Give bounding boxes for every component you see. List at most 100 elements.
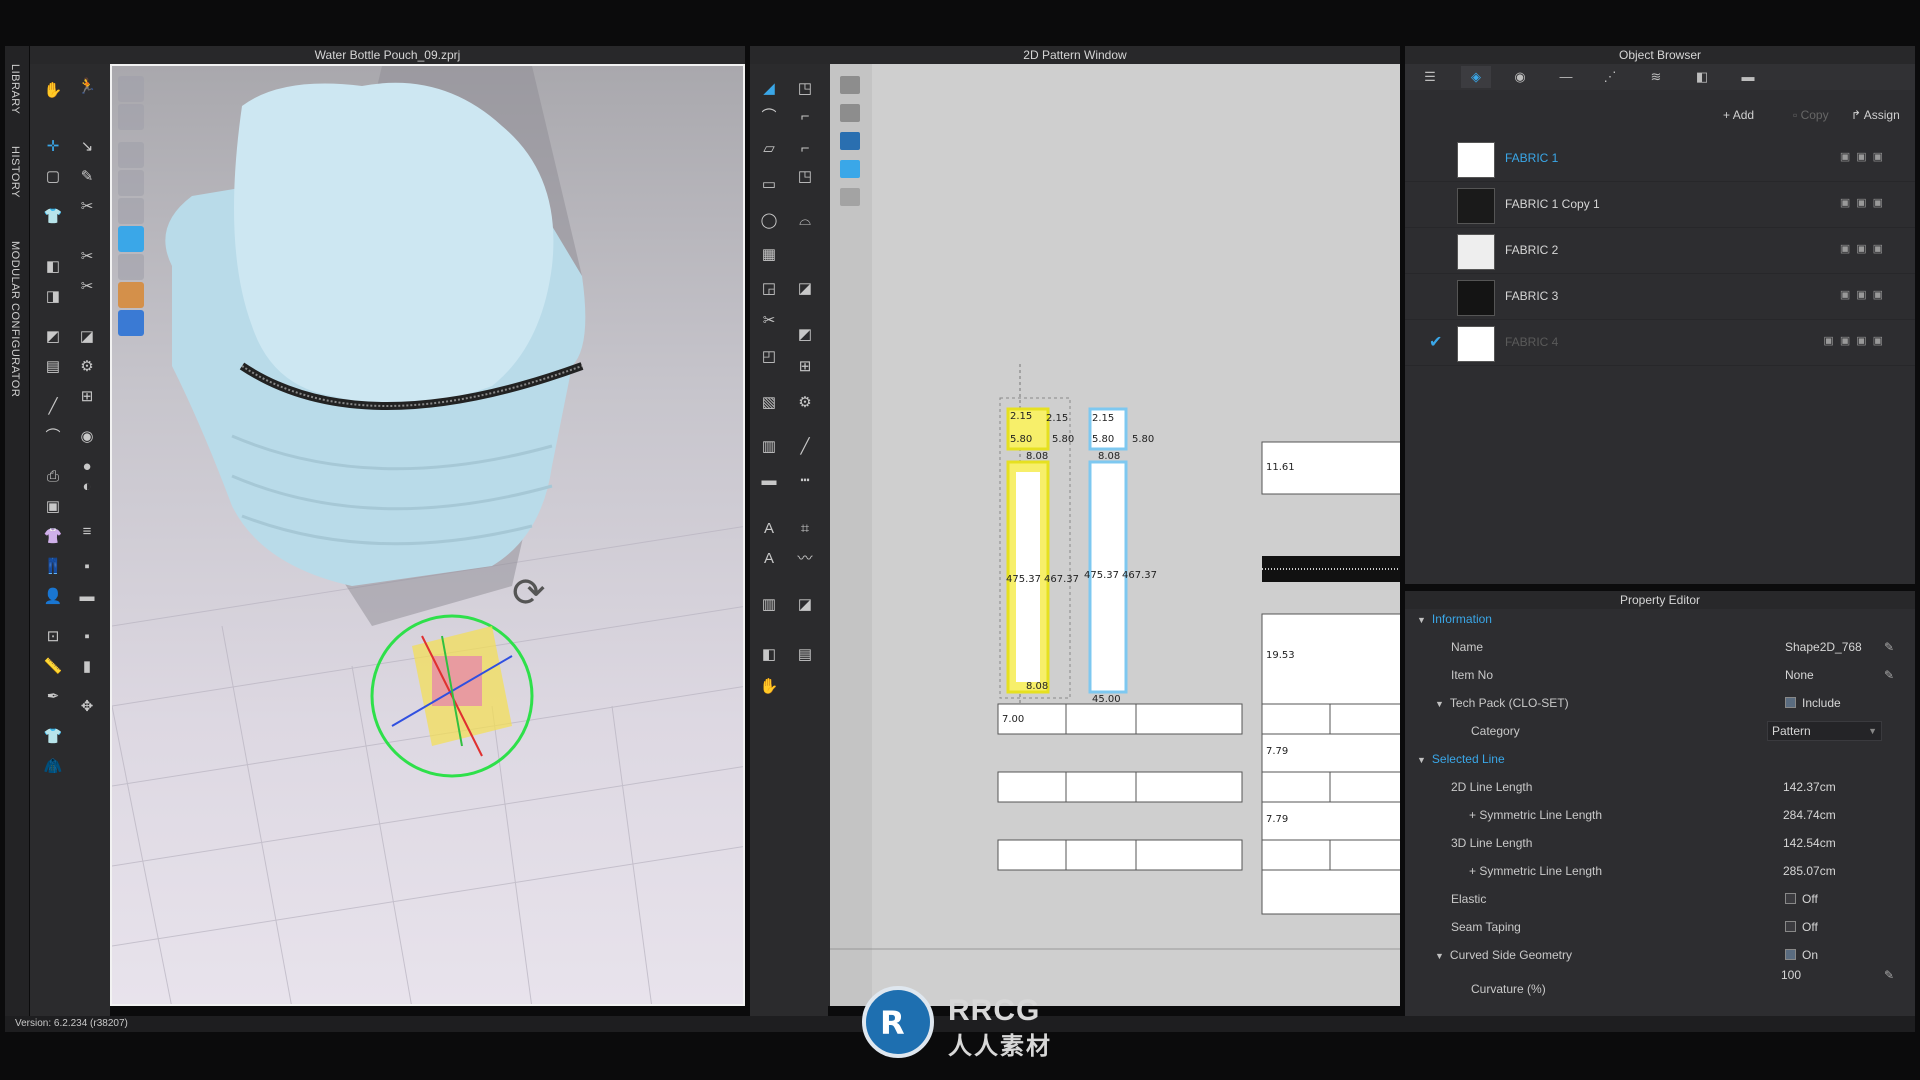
view-avatar-icon[interactable] [118,198,144,224]
3d-viewport[interactable]: ⟳ [110,64,745,1006]
texture-2d-icon[interactable]: ▧ [756,390,782,416]
buttonhole-icon[interactable]: ◐ [74,474,100,500]
jacket-icon[interactable]: 🧥 [40,754,66,780]
text-annotate-icon[interactable]: A [756,546,782,572]
list-view-icon[interactable]: ☰ [1415,66,1445,88]
category-dropdown[interactable]: Pattern ▼ [1767,721,1882,741]
print-icon[interactable]: ⎙ [40,464,66,490]
graphic-2d-icon[interactable]: ⚙ [792,390,818,416]
avatar-icon[interactable]: 👤 [40,584,66,610]
circle-icon[interactable]: ◯ [756,208,782,234]
measure-icon[interactable]: ⚙ [74,354,100,380]
curved-side-checkbox[interactable] [1785,949,1796,961]
wave-icon[interactable]: 〰 [792,546,818,572]
transform-pattern-icon[interactable]: ◢ [756,76,782,102]
fabric-row-icons[interactable]: ▣▣▣ [1840,196,1889,209]
fabric-row[interactable]: FABRIC 1 Copy 1 ▣▣▣ [1405,182,1915,228]
arrangement-icon[interactable]: ⊡ [40,624,66,650]
fabric-row-icons[interactable]: ▣▣▣ [1840,150,1889,163]
fabric-tab-icon[interactable]: ◈ [1461,66,1491,88]
fabric-row[interactable]: FABRIC 2 ▣▣▣ [1405,228,1915,274]
mark-icon[interactable]: ◧ [756,642,782,668]
trim-tab-icon[interactable]: ≋ [1641,66,1671,88]
segment-icon[interactable]: ⊞ [792,354,818,380]
avatar-garment-icon[interactable]: 👚 [40,524,66,550]
trace-icon[interactable]: ◲ [756,276,782,302]
pen-icon[interactable]: ✒ [40,684,66,710]
assign-button[interactable]: ↱ Assign [1851,108,1900,128]
topstitch-tab-icon[interactable]: — [1551,66,1581,88]
dart-icon[interactable]: ⌓ [792,208,818,234]
piping-icon[interactable]: ▪ [74,624,100,650]
puckering-icon[interactable]: ▤ [40,354,66,380]
trim-2d-icon[interactable]: ◪ [792,592,818,618]
view-fabric-icon[interactable] [118,226,144,252]
select-mesh-icon[interactable]: ↘ [74,134,100,160]
brush-icon[interactable]: ⌒ [40,424,66,450]
seam-taping-checkbox[interactable] [1785,921,1796,933]
graphic-tab-icon[interactable]: ◧ [1687,66,1717,88]
pin-2d-icon[interactable]: ✋ [756,674,782,700]
offset-icon[interactable]: ◪ [792,276,818,302]
name-value[interactable]: Shape2D_768 [1785,633,1862,661]
texture-icon[interactable]: ⊞ [74,384,100,410]
fold-arrangement-icon[interactable]: ◧ [40,254,66,280]
move-icon[interactable]: ✥ [74,694,100,720]
tack-icon[interactable]: ✂ [74,244,100,270]
straight-icon[interactable]: ▬ [756,468,782,494]
steam-icon[interactable]: ◨ [40,284,66,310]
avatar-pose-icon[interactable]: 🏃 [74,74,100,100]
seam-icon[interactable]: ◩ [792,322,818,348]
view-shaded-icon[interactable] [118,76,144,102]
fabric-row[interactable]: ✔ FABRIC 4 ▣▣▣▣ [1405,320,1915,366]
tape-icon[interactable]: ▮ [74,654,100,680]
edit-pattern-icon[interactable]: ◳ [792,76,818,102]
copy-button[interactable]: ▫ Copy [1793,108,1829,128]
rectangle-icon[interactable]: ▭ [756,172,782,198]
grid-icon[interactable]: ▤ [792,642,818,668]
transform-icon[interactable]: ✛ [40,134,66,160]
fabric-row[interactable]: FABRIC 1 ▣▣▣ [1405,136,1915,182]
curve-point-icon[interactable]: ⌐ [792,104,818,130]
puller-icon[interactable]: ▪ [74,554,100,580]
ruler-icon[interactable]: 📏 [40,654,66,680]
view-pin-icon[interactable] [118,254,144,280]
line-icon[interactable]: ╱ [40,394,66,420]
fabric-row[interactable]: FABRIC 3 ▣▣▣ [1405,274,1915,320]
tab-modular-configurator[interactable]: MODULAR CONFIGURATOR [9,241,21,397]
polygon-icon[interactable]: ▱ [756,136,782,162]
tab-library[interactable]: LIBRARY [9,64,21,114]
shrink-icon[interactable]: ◪ [74,324,100,350]
cut-icon[interactable]: ◳ [792,164,818,190]
button-tab-icon[interactable]: ◉ [1505,66,1535,88]
pin-icon[interactable]: ✎ [74,164,100,190]
view-skin-icon[interactable] [118,282,144,308]
zipper-tab-icon[interactable]: ▬ [1733,66,1763,88]
2d-viewport[interactable]: 2.15 2.15 2.15 5.80 5.80 5.80 5.80 8.08 … [828,64,1400,1006]
tab-history[interactable]: HISTORY [9,146,21,198]
fold-icon[interactable]: ✂ [74,194,100,220]
view-wire-icon[interactable] [118,104,144,130]
line-tab-icon[interactable]: ⋰ [1595,66,1625,88]
item-no-value[interactable]: None [1785,661,1814,689]
scissors-icon[interactable]: ✂ [74,274,100,300]
fabric-row-icons[interactable]: ▣▣▣ [1840,242,1889,255]
notch-icon[interactable]: ⌗ [792,516,818,542]
view-grid-icon[interactable] [118,310,144,336]
strengthen-icon[interactable]: ◩ [40,324,66,350]
elastic-checkbox[interactable] [1785,893,1796,905]
view-garment-icon[interactable] [118,142,144,168]
box-select-icon[interactable]: ▢ [40,164,66,190]
graphic-icon[interactable]: ▣ [40,494,66,520]
add-point-icon[interactable]: ⌐ [792,136,818,162]
zipper-icon[interactable]: ≡ [74,519,100,545]
ruler-2d-icon[interactable]: ▥ [756,434,782,460]
topstitch-icon[interactable]: ▬ [74,584,100,610]
check-icon[interactable]: ✔ [1429,332,1442,352]
grading-icon[interactable]: ▥ [756,592,782,618]
select-move-icon[interactable]: ✋ [40,78,66,104]
curvature-value[interactable]: 100 [1781,961,1801,989]
edit-pencil-icon[interactable]: ✎ [1884,633,1894,661]
include-checkbox[interactable] [1785,697,1796,709]
pants-icon[interactable]: 👖 [40,554,66,580]
